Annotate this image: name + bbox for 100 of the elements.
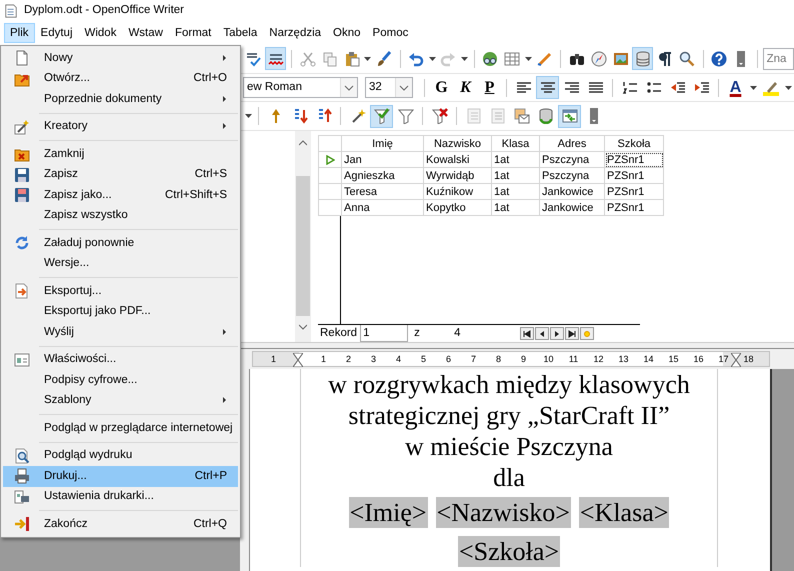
menu-item[interactable]: Wyślij — [3, 322, 238, 342]
picture-icon — [612, 50, 629, 66]
ruler[interactable]: 1 1 2 3 4 5 6 7 8 9 10 11 12 13 14 15 16 17 18 — [252, 351, 770, 367]
ruler-number: 1 — [320, 354, 326, 364]
data-to-text-icon — [466, 108, 482, 124]
record-nav-button[interactable] — [550, 327, 564, 340]
scissors-icon — [300, 50, 316, 66]
menu-item[interactable]: Poprzednie dokumenty — [3, 89, 238, 110]
column-header[interactable]: Szkoła — [604, 136, 664, 152]
indent-marker — [293, 352, 303, 367]
record-label: Rekord — [319, 326, 358, 341]
scrollbar[interactable] — [295, 131, 311, 342]
window-title: Dyplom.odt - OpenOffice Writer — [24, 3, 184, 18]
align-right-icon — [564, 80, 580, 96]
ruler-number: 3 — [370, 354, 376, 364]
menu-item[interactable]: Zamknij — [3, 144, 238, 164]
copy-icon — [322, 50, 338, 66]
bullet-list-icon — [646, 80, 662, 96]
ruler-number: 16 — [693, 354, 704, 364]
numbered-list-icon — [622, 80, 638, 96]
caret-icon — [784, 86, 792, 90]
new-record-icon — [583, 330, 592, 338]
caret-icon — [364, 56, 372, 60]
column-header[interactable]: Klasa — [492, 136, 540, 152]
menu-item[interactable]: Zapisz jako... Ctrl+Shift+S — [3, 185, 238, 206]
document-text: w mieście Pszczyna — [405, 431, 613, 462]
italic-button[interactable]: K — [454, 76, 477, 99]
caret-icon — [244, 114, 252, 118]
menu-item[interactable]: Drukuj... Ctrl+P — [3, 466, 238, 486]
pencil-icon — [536, 50, 553, 66]
menu-item[interactable]: Ustawienia drukarki... — [3, 486, 238, 507]
menu-item[interactable]: Plik — [4, 23, 35, 43]
menu-item[interactable]: Tabela — [217, 23, 264, 43]
menu-item[interactable]: Szablony — [3, 390, 238, 411]
ruler-number: 9 — [520, 354, 526, 364]
menu-item[interactable]: Zakończ Ctrl+Q — [3, 514, 238, 534]
bold-button[interactable]: G — [430, 76, 453, 99]
menu-item[interactable]: Narzędzia — [263, 23, 328, 43]
menu-item[interactable]: Kreatory — [3, 116, 238, 137]
menu-item[interactable]: Podpisy cyfrowe... — [3, 370, 238, 390]
decrease-indent-icon — [670, 80, 686, 96]
data-explorer-icon — [562, 108, 578, 124]
undo-icon — [408, 50, 424, 66]
search-field[interactable]: Zna — [762, 48, 794, 70]
wand-icon — [350, 108, 366, 124]
column-header[interactable]: Imię — [342, 136, 424, 152]
increase-indent-icon — [694, 80, 710, 96]
record-nav-button[interactable] — [565, 327, 580, 340]
mail-merge-icon — [514, 108, 530, 124]
underline-button[interactable]: P — [478, 76, 501, 99]
record-nav-button[interactable] — [520, 327, 534, 340]
merge-field[interactable]: <Szkoła> — [458, 536, 560, 567]
menu-item[interactable]: Okno — [327, 23, 367, 43]
font-name-field[interactable]: ew Roman — [243, 77, 358, 98]
reload-icon — [14, 235, 30, 252]
menu-item[interactable]: Otwórz... Ctrl+O — [3, 68, 238, 89]
menu-item[interactable]: Eksportuj... — [3, 281, 238, 302]
ruler-number: 7 — [470, 354, 476, 364]
menu-item[interactable]: Widok — [78, 23, 122, 43]
menu-item[interactable]: Nowy — [3, 48, 238, 68]
record-nav-button[interactable] — [535, 327, 550, 340]
menu-item[interactable]: Załaduj ponownie — [3, 233, 238, 254]
menu-item[interactable]: Pomoc — [366, 23, 414, 43]
merge-field[interactable]: <Imię> — [348, 497, 428, 528]
row-header[interactable] — [318, 152, 342, 168]
menu-item[interactable]: Podgląd wydruku — [3, 446, 238, 466]
menu-item[interactable]: Zapisz wszystko — [3, 206, 238, 226]
menu-item[interactable]: Edytuj — [34, 23, 78, 43]
menu-item[interactable]: Wstaw — [122, 23, 169, 43]
align-left-icon — [516, 80, 532, 96]
exit-icon — [14, 516, 30, 532]
merge-field[interactable]: <Klasa> — [578, 497, 670, 528]
caret-icon — [460, 56, 468, 60]
menu-item[interactable]: Format — [168, 23, 218, 43]
table-cell: Pszczyna — [540, 168, 604, 184]
menu-item[interactable]: Właściwości... — [3, 350, 238, 370]
indent-marker — [731, 352, 741, 367]
document-icon — [14, 50, 30, 66]
column-header[interactable]: Nazwisko — [424, 136, 492, 152]
filter-icon — [398, 108, 414, 124]
caret-icon — [399, 82, 409, 92]
menu-item[interactable]: Zapisz Ctrl+S — [3, 164, 238, 185]
toolbar-button[interactable] — [265, 47, 286, 70]
menu-item[interactable]: Wersje... — [3, 254, 238, 274]
data-to-fields-icon — [490, 108, 506, 124]
column-header[interactable]: Adres — [540, 136, 604, 152]
toolbar-button[interactable] — [536, 76, 559, 99]
ruler-number: 18 — [743, 354, 754, 364]
table-cell: Jan — [342, 152, 424, 168]
table-cell: 1at — [492, 184, 540, 200]
ruler-number: 10 — [543, 354, 554, 364]
menu-item[interactable]: Podgląd w przeglądarce internetowej — [3, 418, 238, 438]
table-cell: Kuźnikow — [424, 184, 492, 200]
caret-icon — [428, 56, 436, 60]
menu-item[interactable]: Eksportuj jako PDF... — [3, 302, 238, 322]
spellcheck-icon — [246, 50, 262, 66]
next-record-icon — [553, 330, 562, 338]
font-color-button[interactable]: A — [724, 76, 747, 99]
font-size-field[interactable]: 32 — [365, 77, 413, 98]
merge-field[interactable]: <Nazwisko> — [436, 497, 571, 528]
